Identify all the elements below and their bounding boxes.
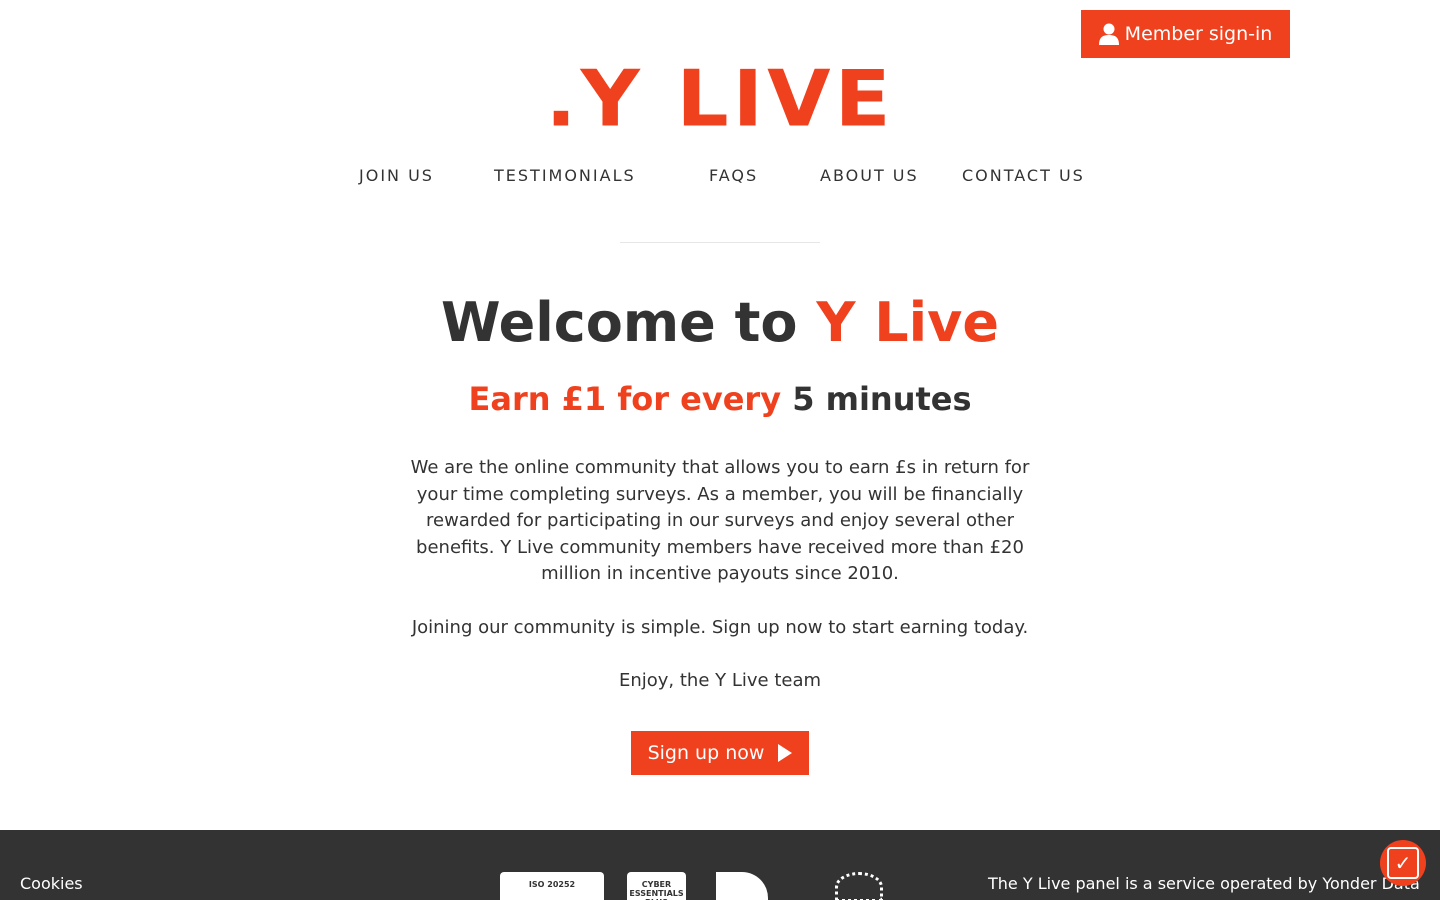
operated-by-text: The Y Live panel is a service operated b… — [988, 874, 1420, 893]
nav-contact-us[interactable]: CONTACT US — [962, 166, 1085, 185]
subtitle-dark: 5 minutes — [792, 380, 972, 418]
sign-up-label: Sign up now — [647, 742, 765, 764]
mrs-badge — [835, 872, 885, 900]
footer: Cookies ISO 20252 CYBER ESSENTIALS PLUS … — [0, 830, 1440, 900]
cookies-link[interactable]: Cookies — [20, 874, 83, 893]
cyber-essentials-badge: CYBER ESSENTIALS PLUS — [627, 872, 686, 900]
nav-about-us[interactable]: ABOUT US — [820, 166, 919, 185]
nav-join-us[interactable]: JOIN US — [359, 166, 434, 185]
member-sign-in-label: Member sign-in — [1124, 23, 1273, 45]
title-prefix: Welcome to — [441, 291, 817, 354]
cyber-essentials-label: CYBER ESSENTIALS PLUS — [629, 880, 684, 900]
data-protection-badge — [716, 872, 768, 900]
main-nav: JOIN US TESTIMONIALS FAQS ABOUT US CONTA… — [0, 166, 1440, 188]
cookie-consent-button[interactable]: ✓ — [1380, 840, 1426, 886]
iso-badge: ISO 20252 — [500, 872, 604, 900]
signoff-paragraph: Enjoy, the Y Live team — [618, 670, 822, 691]
mrs-logo-icon — [835, 872, 883, 900]
play-icon — [778, 744, 793, 762]
divider — [620, 242, 820, 243]
page-title: Welcome to Y Live — [0, 290, 1440, 356]
iso-badge-label: ISO 20252 — [528, 880, 576, 889]
member-sign-in-button[interactable]: Member sign-in — [1081, 10, 1290, 58]
sign-up-button[interactable]: Sign up now — [631, 731, 809, 775]
page-subtitle: Earn £1 for every 5 minutes — [0, 378, 1440, 420]
intro-paragraph: We are the online community that allows … — [410, 457, 1030, 585]
y-live-logo[interactable]: .Y LIVE — [0, 60, 1440, 140]
check-icon: ✓ — [1387, 847, 1419, 879]
subtitle-accent: Earn £1 for every — [468, 380, 793, 418]
user-icon — [1098, 23, 1119, 45]
nav-faqs[interactable]: FAQS — [709, 166, 758, 185]
nav-testimonials[interactable]: TESTIMONIALS — [494, 166, 636, 185]
join-paragraph: Joining our community is simple. Sign up… — [411, 617, 1029, 638]
title-accent: Y Live — [816, 291, 999, 354]
